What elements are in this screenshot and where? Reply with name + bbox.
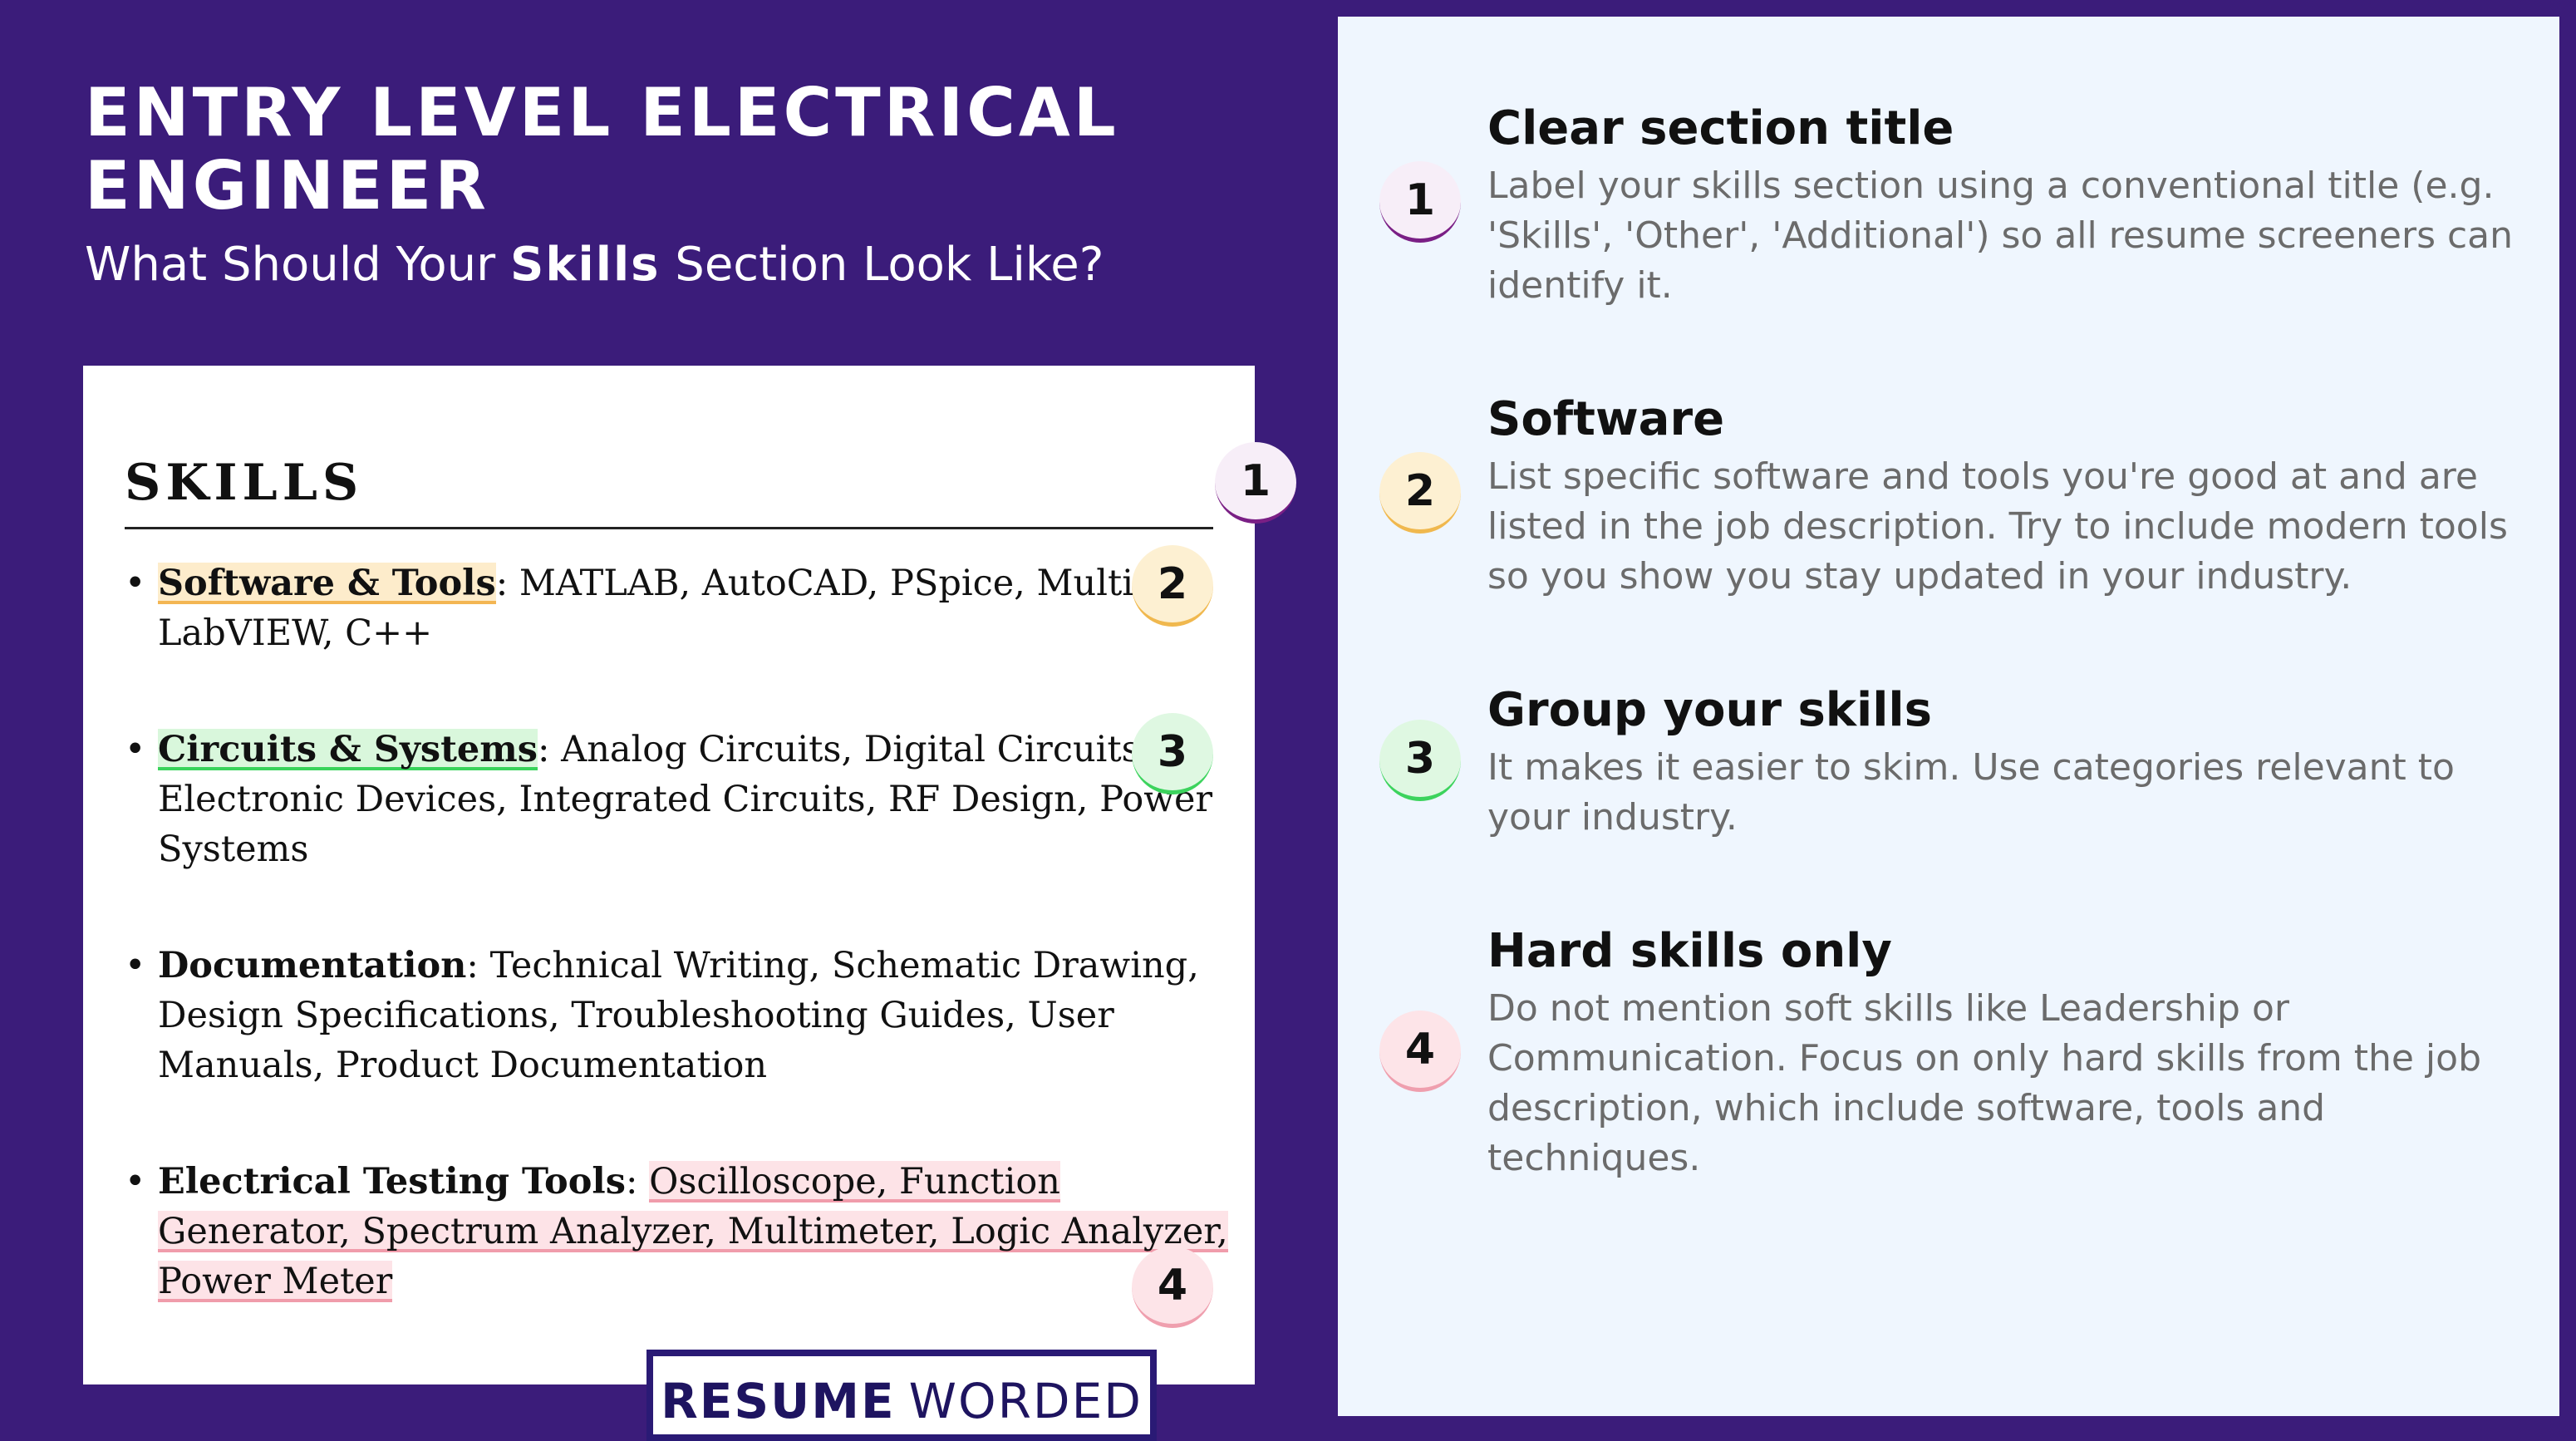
tip-text: It makes it easier to skim. Use categori… bbox=[1487, 746, 2455, 839]
tip-4: Hard skills only Do not mention soft ski… bbox=[1487, 922, 2526, 1183]
tip-text: Label your skills section using a conven… bbox=[1487, 165, 2514, 307]
skill-category: Software & Tools bbox=[158, 563, 496, 604]
tip-title: Software bbox=[1487, 392, 1725, 446]
skills-card-header: SKILLS 1 bbox=[125, 429, 1296, 529]
tip-badge-3: 3 bbox=[1379, 720, 1461, 801]
skill-separator: : bbox=[495, 563, 519, 604]
tip-badge-1: 1 bbox=[1379, 161, 1461, 243]
tip-title: Clear section title bbox=[1487, 101, 1954, 155]
skill-item-software: Software & Tools: MATLAB, AutoCAD, PSpic… bbox=[125, 558, 1230, 658]
skill-item-testing: Electrical Testing Tools: Oscilloscope, … bbox=[125, 1157, 1230, 1306]
tip-title: Hard skills only bbox=[1487, 924, 1892, 978]
subtitle-prefix: What Should Your bbox=[85, 238, 510, 292]
badge-1: 1 bbox=[1215, 442, 1296, 524]
skill-category: Documentation bbox=[158, 945, 467, 986]
badge-2: 2 bbox=[1132, 545, 1213, 627]
tip-badge-4: 4 bbox=[1379, 1011, 1461, 1092]
skill-item-documentation: Documentation: Technical Writing, Schema… bbox=[125, 941, 1230, 1090]
page-subtitle: What Should Your Skills Section Look Lik… bbox=[85, 236, 1298, 294]
skill-item-circuits: Circuits & Systems: Analog Circuits, Dig… bbox=[125, 725, 1230, 874]
badge-3: 3 bbox=[1132, 713, 1213, 794]
skill-category: Electrical Testing Tools bbox=[158, 1161, 626, 1202]
tip-badge-2: 2 bbox=[1379, 452, 1461, 534]
skill-separator: : bbox=[538, 729, 562, 770]
tips-panel: 1 Clear section title Label your skills … bbox=[1338, 17, 2559, 1416]
subtitle-suffix: Section Look Like? bbox=[660, 238, 1104, 292]
resume-worded-logo: RESUME WORDED bbox=[646, 1350, 1157, 1441]
badge-4: 4 bbox=[1132, 1247, 1213, 1328]
skills-card: SKILLS 1 Software & Tools: MATLAB, AutoC… bbox=[83, 366, 1296, 1384]
left-panel: ENTRY LEVEL ELECTRICAL ENGINEER What Sho… bbox=[0, 0, 1338, 1441]
tip-3: Group your skills It makes it easier to … bbox=[1487, 681, 2526, 843]
tip-text: List specific software and tools you're … bbox=[1487, 455, 2508, 598]
logo-light: WORDED bbox=[908, 1373, 1143, 1429]
subtitle-bold: Skills bbox=[509, 238, 661, 292]
skill-category: Circuits & Systems bbox=[158, 729, 538, 770]
tip-text: Do not mention soft skills like Leadersh… bbox=[1487, 987, 2481, 1179]
tip-1: Clear section title Label your skills se… bbox=[1487, 100, 2526, 311]
skill-separator: : bbox=[466, 945, 490, 986]
page-title: ENTRY LEVEL ELECTRICAL ENGINEER bbox=[85, 74, 1119, 224]
tip-title: Group your skills bbox=[1487, 683, 1932, 737]
skill-separator: : bbox=[625, 1161, 650, 1202]
tip-2: Software List specific software and tool… bbox=[1487, 391, 2526, 602]
logo-bold: RESUME bbox=[661, 1373, 896, 1429]
skills-card-title: SKILLS bbox=[125, 454, 364, 512]
skills-list: Software & Tools: MATLAB, AutoCAD, PSpic… bbox=[125, 558, 1230, 1373]
